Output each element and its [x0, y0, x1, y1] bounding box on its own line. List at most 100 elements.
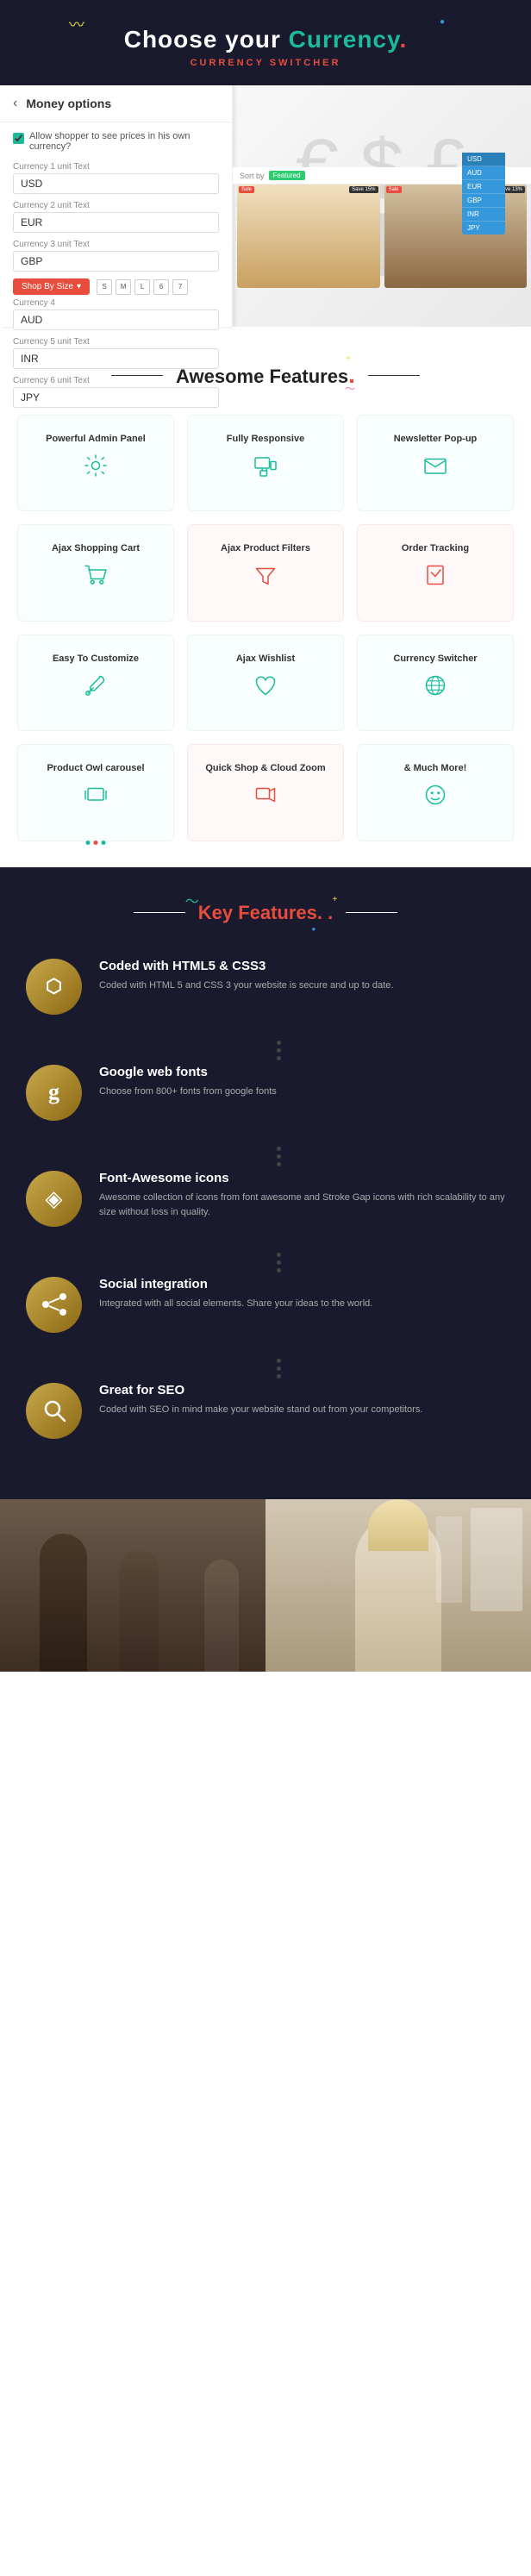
currency-6-input[interactable] — [13, 387, 219, 408]
feature-name-carousel: Product Owl carousel — [27, 762, 165, 775]
bg-element-1 — [471, 1508, 522, 1611]
key-title-pre: Key — [198, 902, 238, 923]
v-dot — [277, 1359, 281, 1363]
back-arrow[interactable]: ‹ — [13, 96, 17, 111]
key-feature-fontawesome: ◈ Font-Awesome icons Awesome collection … — [26, 1171, 505, 1227]
feature-icon-admin — [77, 446, 116, 485]
key-feature-fontawesome-title: Font-Awesome icons — [99, 1171, 505, 1185]
feature-icon-carousel — [77, 776, 116, 815]
key-feature-fonts-content: Google web fonts Choose from 800+ fonts … — [99, 1065, 277, 1100]
feature-card-tracking: Order Tracking — [357, 524, 514, 621]
header-title-pre: Choose your — [124, 26, 289, 53]
key-feature-fonts-desc: Choose from 800+ fonts from google fonts — [99, 1085, 277, 1100]
person-main-silhouette — [355, 1516, 441, 1672]
dot-1 — [86, 841, 91, 845]
search-icon — [41, 1397, 68, 1424]
key-title-wrap: 〜 + ● Key Features. — [198, 902, 334, 924]
key-feature-html5: ⬡ Coded with HTML5 & CSS3 Coded with HTM… — [26, 959, 505, 1015]
header-section: 〰 ● Choose your Currency. CURRENCY SWITC… — [0, 0, 531, 85]
feature-card-wishlist: Ajax Wishlist — [187, 635, 344, 731]
v-dot — [277, 1268, 281, 1272]
header-title: Choose your Currency. — [17, 26, 514, 53]
html5-icon: ⬡ — [46, 975, 62, 997]
tools-icon — [83, 672, 109, 698]
key-title-line-right — [346, 912, 397, 913]
deco-key-circle: ● — [311, 925, 315, 933]
dropdown-item-usd[interactable]: USD — [462, 153, 505, 166]
key-feature-html5-title: Coded with HTML5 & CSS3 — [99, 959, 393, 973]
feature-icon-filters — [247, 556, 285, 595]
money-panel-title: Money options — [26, 97, 111, 110]
header-subtitle: CURRENCY SWITCHER — [17, 58, 514, 68]
dropdown-item-aud[interactable]: AUD — [462, 166, 505, 180]
vertical-dots-4 — [52, 1359, 505, 1379]
currency-4-input[interactable] — [13, 309, 219, 330]
featured-badge: Featured — [269, 171, 305, 180]
feature-card-responsive: Fully Responsive — [187, 415, 344, 511]
dropdown-item-jpy[interactable]: JPY — [462, 222, 505, 234]
social-icon-wrap — [26, 1277, 82, 1333]
allow-shopper-checkbox[interactable] — [13, 133, 24, 144]
dropdown-item-gbp[interactable]: GBP — [462, 194, 505, 208]
currency-3-label: Currency 3 unit Text — [13, 240, 219, 249]
cart-icon — [83, 562, 109, 588]
key-features-section: 〜 + ● Key Features. ⬡ Coded with HTML5 &… — [0, 867, 531, 1499]
size-s[interactable]: S — [97, 279, 112, 295]
size-7[interactable]: 7 — [172, 279, 188, 295]
shop-by-size-button[interactable]: Shop By Size ▾ — [13, 278, 90, 295]
currency-5-label: Currency 5 unit Text — [13, 337, 219, 347]
feature-name-wishlist: Ajax Wishlist — [197, 653, 334, 666]
font-awesome-icon: ◈ — [46, 1185, 63, 1212]
product-img-1 — [237, 184, 380, 288]
dropdown-item-inr[interactable]: INR — [462, 208, 505, 222]
key-feature-html5-content: Coded with HTML5 & CSS3 Coded with HTML … — [99, 959, 393, 994]
money-panel: ‹ Money options Allow shopper to see pri… — [0, 85, 233, 327]
currency-5-input[interactable] — [13, 348, 219, 369]
feature-name-more: & Much More! — [366, 762, 504, 775]
feature-icon-responsive — [247, 446, 285, 485]
dropdown-item-eur[interactable]: EUR — [462, 180, 505, 194]
size-l[interactable]: L — [134, 279, 150, 295]
filter-icon — [253, 562, 278, 588]
heart-icon — [253, 672, 278, 698]
currency-1-input[interactable] — [13, 173, 219, 194]
feature-name-filters: Ajax Product Filters — [197, 542, 334, 555]
money-panel-header: ‹ Money options — [0, 85, 232, 122]
sale-badge-2: Sale — [386, 186, 402, 193]
footer-img-right — [266, 1499, 531, 1672]
carousel-dots — [86, 841, 106, 845]
html5-icon-wrap: ⬡ — [26, 959, 82, 1015]
currency-3-input[interactable] — [13, 251, 219, 272]
key-feature-social-desc: Integrated with all social elements. Sha… — [99, 1297, 372, 1312]
deco-key-squiggle: 〜 — [185, 890, 199, 910]
feature-name-cart: Ajax Shopping Cart — [27, 542, 165, 555]
feature-card-zoom: Quick Shop & Cloud Zoom — [187, 744, 344, 841]
key-feature-seo-title: Great for SEO — [99, 1383, 422, 1397]
feature-card-cart: Ajax Shopping Cart — [17, 524, 174, 621]
currency-1-field: Currency 1 unit Text — [13, 162, 219, 194]
person-silhouette-1 — [40, 1534, 87, 1672]
key-feature-seo-content: Great for SEO Coded with SEO in mind mak… — [99, 1383, 422, 1418]
checkbox-label: Allow shopper to see prices in his own c… — [29, 131, 219, 152]
key-feature-fonts-title: Google web fonts — [99, 1065, 277, 1079]
feature-name-currency: Currency Switcher — [366, 653, 504, 666]
feature-icon-more — [416, 776, 455, 815]
currency-2-input[interactable] — [13, 212, 219, 233]
v-dot — [277, 1260, 281, 1265]
size-m[interactable]: M — [116, 279, 131, 295]
key-features-title-row: 〜 + ● Key Features. — [26, 902, 505, 924]
google-fonts-icon-wrap: g — [26, 1065, 82, 1121]
v-dot — [277, 1374, 281, 1379]
vertical-dots-2 — [52, 1147, 505, 1166]
shop-by-size-label: Shop By Size — [22, 282, 73, 291]
mail-icon — [422, 453, 448, 478]
feature-icon-customize — [77, 666, 116, 704]
v-dot — [277, 1366, 281, 1371]
key-feature-social: Social integration Integrated with all s… — [26, 1277, 505, 1333]
currency-dropdown[interactable]: USD AUD EUR GBP INR JPY — [462, 153, 505, 234]
size-6[interactable]: 6 — [153, 279, 169, 295]
gear-icon — [83, 453, 109, 478]
v-dot — [277, 1162, 281, 1166]
currency-3-field: Currency 3 unit Text — [13, 240, 219, 272]
key-feature-seo-desc: Coded with SEO in mind make your website… — [99, 1403, 422, 1418]
